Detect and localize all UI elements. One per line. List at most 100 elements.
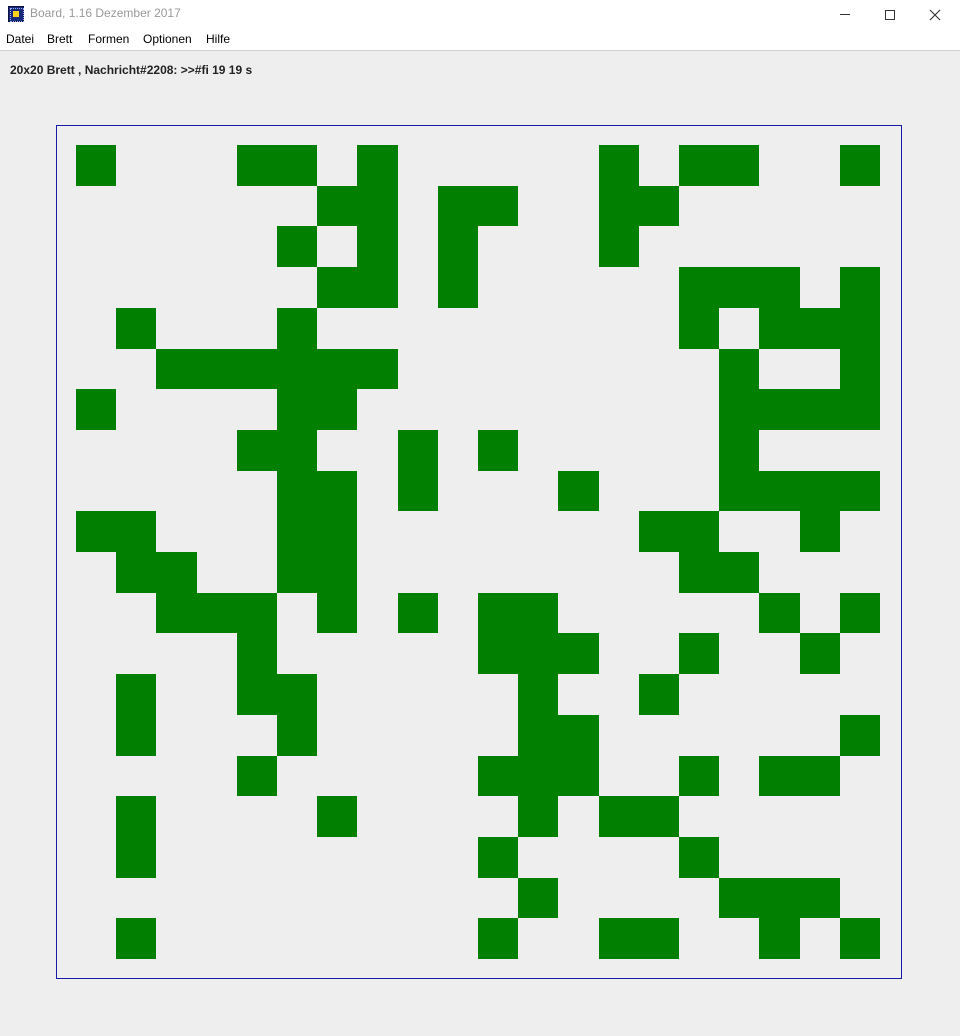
board-cell[interactable] [76, 430, 116, 471]
board-cell[interactable] [759, 796, 800, 837]
board-cell-filled[interactable] [317, 349, 357, 389]
board-cell[interactable] [197, 430, 237, 471]
board-cell[interactable] [639, 430, 679, 471]
board-cell[interactable] [357, 308, 398, 349]
board-cell[interactable] [357, 878, 398, 918]
board-cell[interactable] [679, 918, 719, 959]
board-cell-filled[interactable] [237, 349, 277, 389]
board-cell-filled[interactable] [237, 145, 277, 186]
board-cell[interactable] [599, 389, 639, 430]
board-cell[interactable] [76, 552, 116, 593]
board-cell-filled[interactable] [357, 267, 398, 308]
board-cell[interactable] [679, 226, 719, 267]
board-cell[interactable] [599, 715, 639, 756]
board-cell-filled[interactable] [237, 593, 277, 633]
board-cell[interactable] [317, 308, 357, 349]
board-cell[interactable] [277, 837, 317, 878]
board-cell-filled[interactable] [800, 633, 840, 674]
board-cell[interactable] [398, 633, 438, 674]
board-cell-filled[interactable] [639, 511, 679, 552]
board-cell-filled[interactable] [679, 308, 719, 349]
board-cell[interactable] [759, 349, 800, 389]
board-cell[interactable] [438, 389, 478, 430]
board-cell[interactable] [639, 878, 679, 918]
board-cell[interactable] [599, 756, 639, 796]
board-cell-filled[interactable] [719, 145, 759, 186]
board-cell-filled[interactable] [317, 186, 357, 226]
board-cell[interactable] [800, 349, 840, 389]
board-cell[interactable] [558, 145, 599, 186]
board-cell[interactable] [76, 593, 116, 633]
board-cell[interactable] [759, 430, 800, 471]
board-cell[interactable] [719, 593, 759, 633]
board-cell[interactable] [76, 918, 116, 959]
board-cell[interactable] [639, 389, 679, 430]
board-cell-filled[interactable] [116, 918, 156, 959]
board-cell[interactable] [116, 186, 156, 226]
board-cell-filled[interactable] [558, 756, 599, 796]
board-cell[interactable] [599, 267, 639, 308]
board-cell[interactable] [719, 511, 759, 552]
board-cell-filled[interactable] [116, 511, 156, 552]
board-cell[interactable] [398, 186, 438, 226]
board-cell-filled[interactable] [518, 593, 558, 633]
board-cell[interactable] [116, 878, 156, 918]
board-cell[interactable] [438, 430, 478, 471]
board-cell[interactable] [478, 715, 518, 756]
maximize-button[interactable] [867, 0, 912, 29]
board-cell-filled[interactable] [277, 145, 317, 186]
board-cell-filled[interactable] [800, 471, 840, 511]
board-cell-filled[interactable] [518, 878, 558, 918]
board-cell-filled[interactable] [599, 918, 639, 959]
board-cell-filled[interactable] [719, 471, 759, 511]
board-cell[interactable] [438, 471, 478, 511]
board-cell[interactable] [156, 471, 197, 511]
board-cell-filled[interactable] [759, 471, 800, 511]
board-cell[interactable] [800, 226, 840, 267]
board-cell-filled[interactable] [599, 226, 639, 267]
board-cell[interactable] [197, 145, 237, 186]
board-cell[interactable] [76, 267, 116, 308]
board-cell[interactable] [599, 471, 639, 511]
board-cell[interactable] [317, 226, 357, 267]
board-cell-filled[interactable] [438, 267, 478, 308]
board-cell[interactable] [277, 633, 317, 674]
board-cell[interactable] [156, 633, 197, 674]
board-cell[interactable] [197, 633, 237, 674]
board-cell[interactable] [478, 389, 518, 430]
board-cell-filled[interactable] [558, 633, 599, 674]
board-cell-filled[interactable] [719, 430, 759, 471]
board-cell[interactable] [558, 796, 599, 837]
board-cell-filled[interactable] [840, 145, 880, 186]
board-cell[interactable] [156, 226, 197, 267]
board-cell[interactable] [357, 552, 398, 593]
board-cell[interactable] [197, 471, 237, 511]
board-cell[interactable] [840, 878, 880, 918]
board-cell-filled[interactable] [76, 389, 116, 430]
board-cell-filled[interactable] [156, 552, 197, 593]
menu-formen[interactable]: Formen [88, 32, 129, 46]
board-cell[interactable] [719, 796, 759, 837]
board-cell-filled[interactable] [237, 633, 277, 674]
board-cell[interactable] [759, 226, 800, 267]
menu-brett[interactable]: Brett [47, 32, 72, 46]
board-cell-filled[interactable] [639, 674, 679, 715]
board-cell-filled[interactable] [679, 552, 719, 593]
board-cell[interactable] [800, 918, 840, 959]
board-cell-filled[interactable] [759, 593, 800, 633]
board-cell-filled[interactable] [558, 715, 599, 756]
board-cell-filled[interactable] [237, 756, 277, 796]
board-cell[interactable] [398, 511, 438, 552]
board-cell-filled[interactable] [518, 633, 558, 674]
board-cell[interactable] [76, 308, 116, 349]
board-cell-filled[interactable] [478, 633, 518, 674]
board-cell[interactable] [237, 837, 277, 878]
board-cell-filled[interactable] [679, 837, 719, 878]
board-cell[interactable] [518, 389, 558, 430]
board-cell[interactable] [639, 552, 679, 593]
board-cell[interactable] [558, 389, 599, 430]
board-cell-filled[interactable] [357, 349, 398, 389]
board-cell[interactable] [759, 715, 800, 756]
board-cell-filled[interactable] [478, 186, 518, 226]
board-cell-filled[interactable] [277, 308, 317, 349]
